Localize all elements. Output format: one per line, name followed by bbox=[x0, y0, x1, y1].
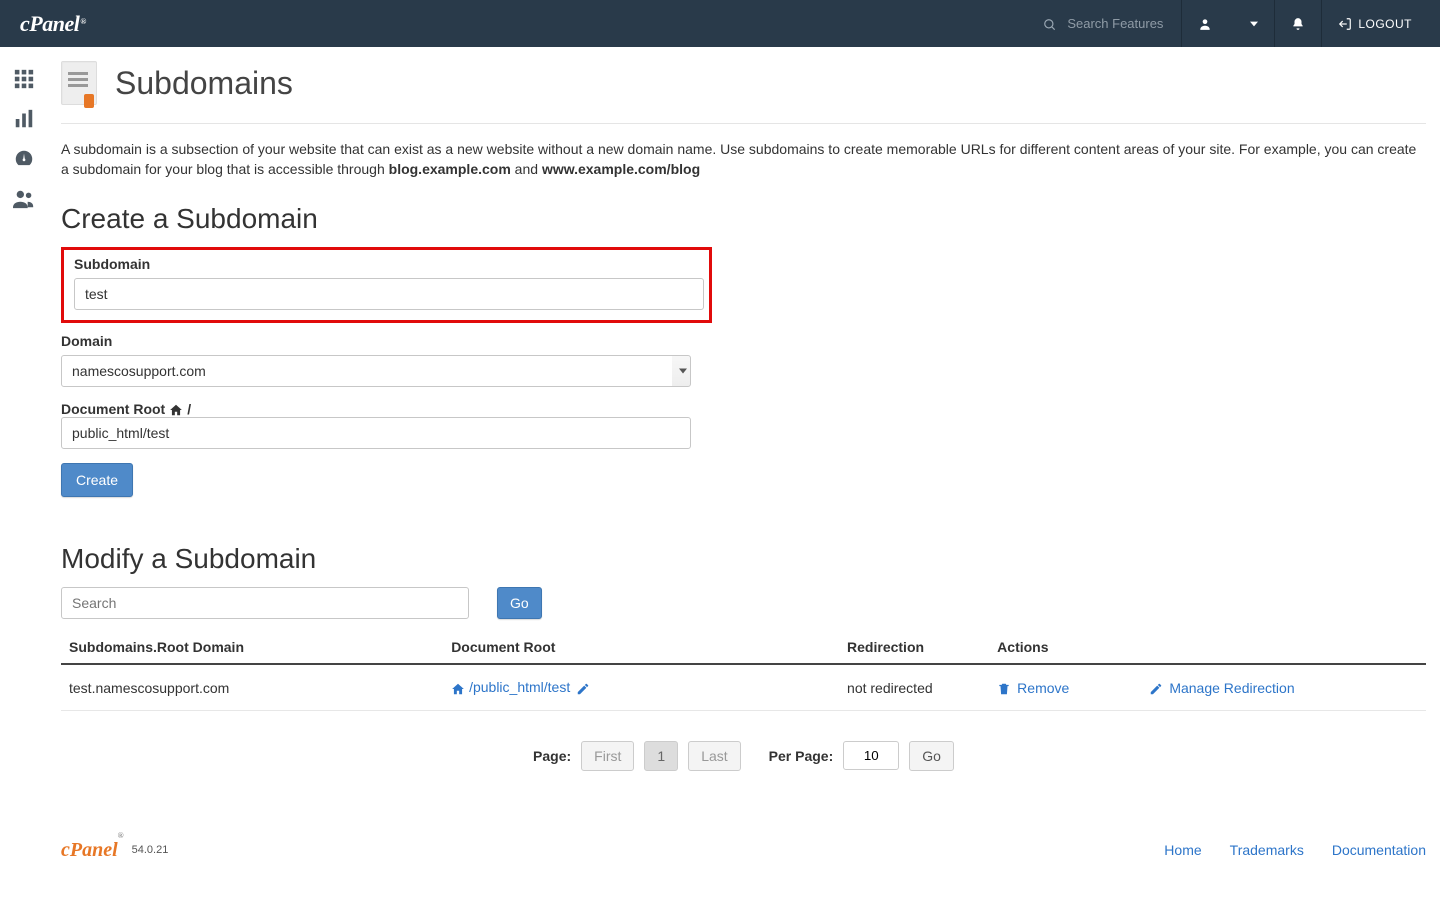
create-button[interactable]: Create bbox=[61, 463, 133, 497]
top-navbar: cPanel® LOGOUT bbox=[0, 0, 1440, 47]
create-subdomain-heading: Create a Subdomain bbox=[61, 203, 1426, 235]
domain-label: Domain bbox=[61, 333, 1426, 349]
home-icon bbox=[169, 401, 183, 417]
sidebar-stats-icon[interactable] bbox=[0, 99, 47, 139]
per-page-input[interactable] bbox=[843, 741, 899, 770]
search-features-input[interactable] bbox=[1067, 16, 1167, 31]
pencil-icon bbox=[1149, 679, 1163, 695]
search-icon bbox=[1043, 15, 1057, 31]
pager-first-button[interactable]: First bbox=[581, 741, 634, 771]
per-page-label: Per Page: bbox=[769, 748, 834, 764]
col-docroot: Document Root bbox=[443, 631, 839, 664]
footer-version: 54.0.21 bbox=[132, 844, 169, 856]
pencil-icon[interactable] bbox=[576, 679, 590, 695]
home-icon bbox=[451, 679, 469, 695]
modify-search-button[interactable]: Go bbox=[497, 587, 542, 619]
sidebar-apps-icon[interactable] bbox=[0, 59, 47, 99]
subdomains-page-icon bbox=[61, 61, 97, 105]
brand-logo-text: cPanel bbox=[20, 11, 79, 37]
cell-docroot: /public_html/test bbox=[443, 664, 839, 710]
page-title: Subdomains bbox=[115, 65, 293, 102]
bell-icon bbox=[1291, 16, 1305, 32]
logout-label: LOGOUT bbox=[1358, 17, 1412, 31]
modify-subdomain-heading: Modify a Subdomain bbox=[61, 543, 1426, 575]
cell-redirection: not redirected bbox=[839, 664, 989, 710]
sidebar-dashboard-icon[interactable] bbox=[0, 139, 47, 179]
footer-home-link[interactable]: Home bbox=[1164, 842, 1201, 858]
caret-down-icon bbox=[1250, 16, 1258, 31]
intro-text: A subdomain is a subsection of your webs… bbox=[61, 140, 1426, 179]
subdomains-table: Subdomains.Root Domain Document Root Red… bbox=[61, 631, 1426, 710]
col-redirection: Redirection bbox=[839, 631, 989, 664]
footer: cPanel® 54.0.21 Home Trademarks Document… bbox=[47, 811, 1440, 902]
user-menu[interactable] bbox=[1182, 0, 1275, 47]
per-page-go-button[interactable]: Go bbox=[909, 741, 954, 771]
logout-icon bbox=[1338, 16, 1352, 31]
footer-documentation-link[interactable]: Documentation bbox=[1332, 842, 1426, 858]
col-actions: Actions bbox=[989, 631, 1426, 664]
trash-icon bbox=[997, 679, 1011, 695]
docroot-link[interactable]: /public_html/test bbox=[469, 679, 570, 695]
cell-subdomain: test.namescosupport.com bbox=[61, 664, 443, 710]
document-root-label: Document Root / bbox=[61, 401, 1426, 417]
document-root-input[interactable] bbox=[61, 417, 691, 449]
page-label: Page: bbox=[533, 748, 571, 764]
footer-trademarks-link[interactable]: Trademarks bbox=[1230, 842, 1304, 858]
manage-redirection-link[interactable]: Manage Redirection bbox=[1149, 679, 1294, 695]
footer-logo: cPanel® bbox=[61, 839, 124, 862]
subdomain-input[interactable] bbox=[74, 278, 704, 310]
subdomain-label: Subdomain bbox=[74, 256, 699, 272]
user-icon bbox=[1198, 16, 1212, 32]
pager-last-button[interactable]: Last bbox=[688, 741, 740, 771]
brand-logo[interactable]: cPanel® bbox=[20, 11, 86, 37]
search-features-group bbox=[1029, 0, 1182, 47]
left-sidebar bbox=[0, 47, 47, 911]
subdomain-field-highlight: Subdomain bbox=[61, 247, 712, 323]
col-subdomain: Subdomains.Root Domain bbox=[61, 631, 443, 664]
notifications-button[interactable] bbox=[1275, 0, 1322, 47]
logout-button[interactable]: LOGOUT bbox=[1322, 0, 1428, 47]
pagination: Page: First 1 Last Per Page: Go bbox=[61, 741, 1426, 771]
table-row: test.namescosupport.com /public_html/tes… bbox=[61, 664, 1426, 710]
sidebar-users-icon[interactable] bbox=[0, 179, 47, 219]
modify-search-input[interactable] bbox=[61, 587, 469, 619]
page-header: Subdomains bbox=[61, 55, 1426, 124]
pager-current-page[interactable]: 1 bbox=[644, 741, 678, 771]
domain-select[interactable]: namescosupport.com bbox=[61, 355, 691, 387]
remove-link[interactable]: Remove bbox=[997, 679, 1069, 695]
